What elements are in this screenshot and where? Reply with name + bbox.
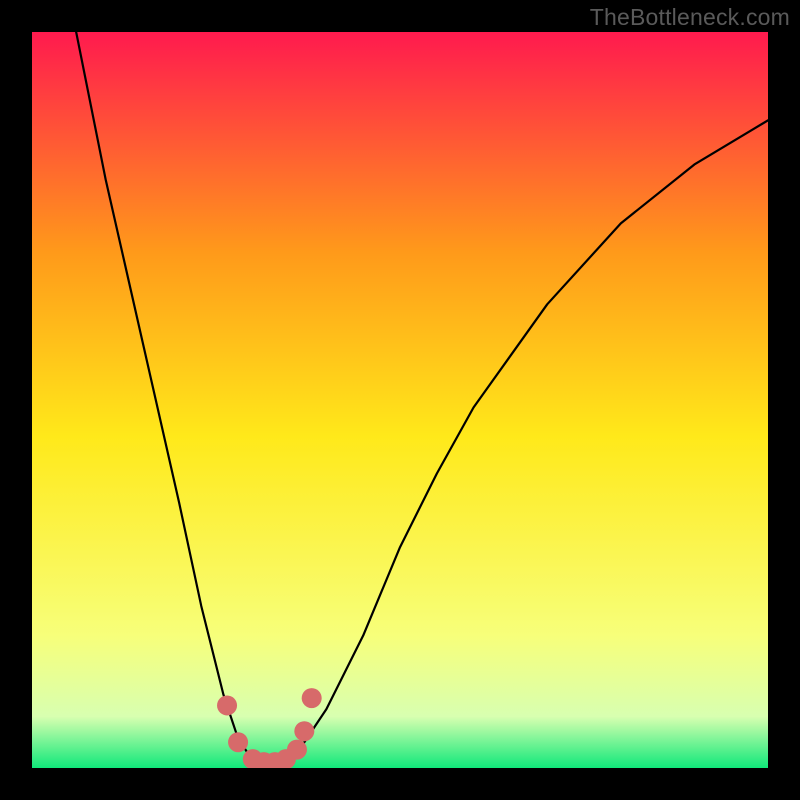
- chart-frame: TheBottleneck.com: [0, 0, 800, 800]
- highlight-marker: [294, 721, 314, 741]
- plot-area: [32, 32, 768, 768]
- highlight-marker: [228, 732, 248, 752]
- highlight-marker: [217, 695, 237, 715]
- highlight-marker: [287, 740, 307, 760]
- chart-svg: [32, 32, 768, 768]
- watermark-label: TheBottleneck.com: [590, 4, 790, 31]
- gradient-background: [32, 32, 768, 768]
- highlight-marker: [302, 688, 322, 708]
